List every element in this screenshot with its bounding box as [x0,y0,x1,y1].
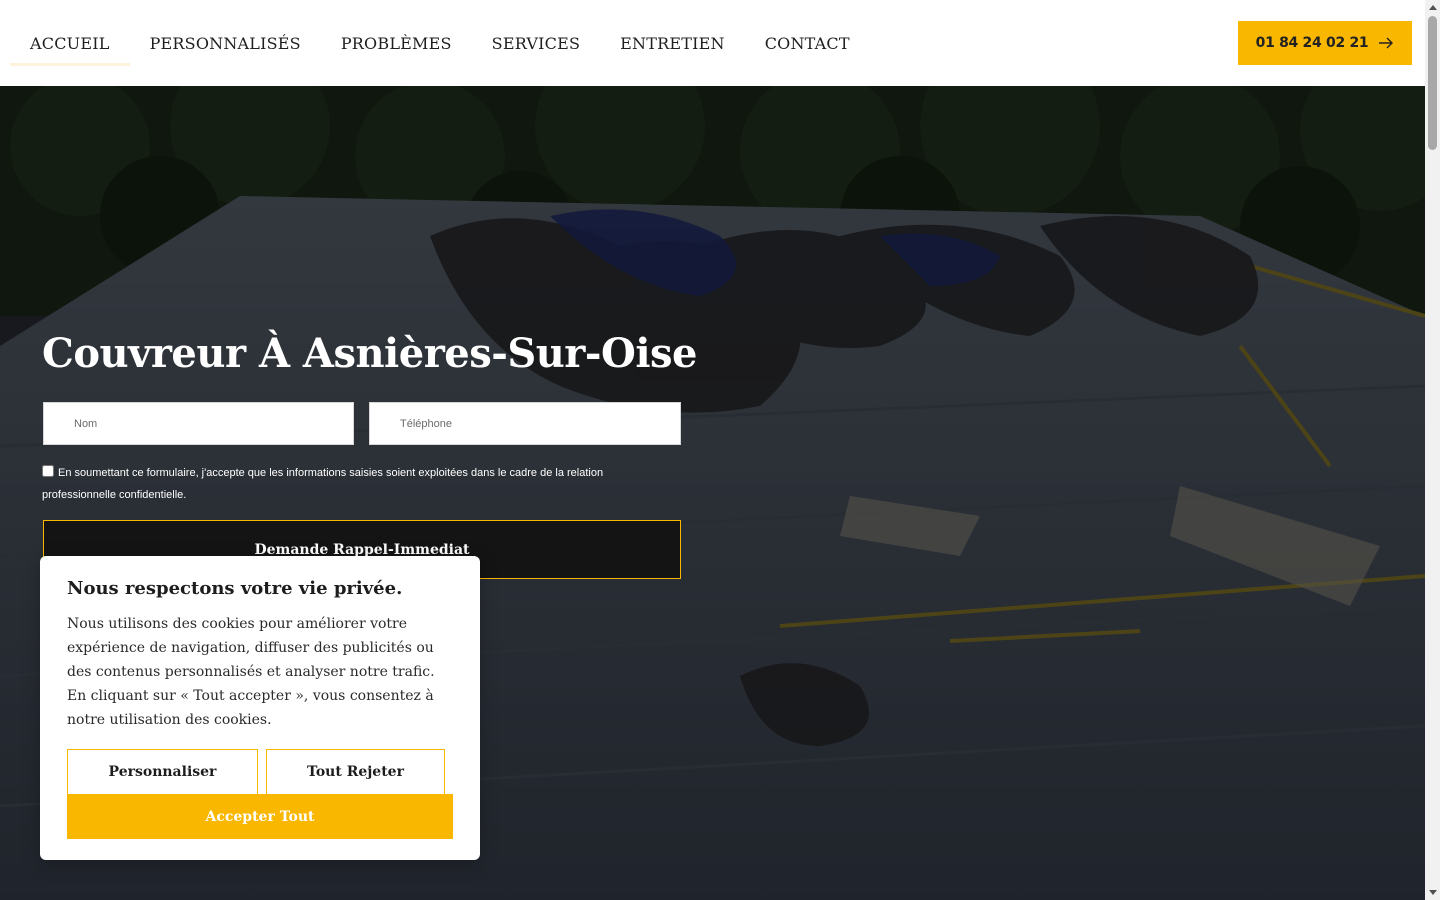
nav-item-accueil[interactable]: ACCUEIL [10,0,130,86]
nav-item-services[interactable]: SERVICES [472,0,600,86]
scrollbar-thumb[interactable] [1428,16,1437,150]
hero-title: Couvreur À Asnières-Sur-Oise [42,330,697,377]
consent-checkbox[interactable] [42,465,54,477]
page-scrollbar[interactable] [1425,0,1440,900]
scroll-up-arrow-icon[interactable] [1425,0,1440,15]
cookie-title: Nous respectons votre vie privée. [67,578,403,599]
consent-block: En soumettant ce formulaire, j'accepte q… [42,462,642,506]
nav-item-contact[interactable]: CONTACT [745,0,870,86]
main-nav: ACCUEIL PERSONNALISÉS PROBLÈMES SERVICES… [10,0,870,86]
arrow-right-icon [1379,37,1394,49]
consent-text: En soumettant ce formulaire, j'accepte q… [42,467,604,501]
cookie-accept-button[interactable]: Accepter Tout [67,794,453,839]
name-input[interactable] [43,402,354,445]
nav-item-personnalises[interactable]: PERSONNALISÉS [130,0,321,86]
phone-input[interactable] [369,402,681,445]
cookie-consent-banner: Nous respectons votre vie privée. Nous u… [40,556,480,860]
cookie-customize-button[interactable]: Personnaliser [67,749,258,795]
nav-item-entretien[interactable]: ENTRETIEN [600,0,745,86]
cookie-description: Nous utilisons des cookies pour améliore… [67,616,435,728]
site-header: ACCUEIL PERSONNALISÉS PROBLÈMES SERVICES… [0,0,1425,86]
nav-item-problemes[interactable]: PROBLÈMES [321,0,472,86]
cookie-reject-button[interactable]: Tout Rejeter [266,749,445,795]
scroll-down-arrow-icon[interactable] [1425,885,1440,900]
phone-call-button[interactable]: 01 84 24 02 21 [1238,21,1412,65]
phone-button-label: 01 84 24 02 21 [1255,35,1369,51]
